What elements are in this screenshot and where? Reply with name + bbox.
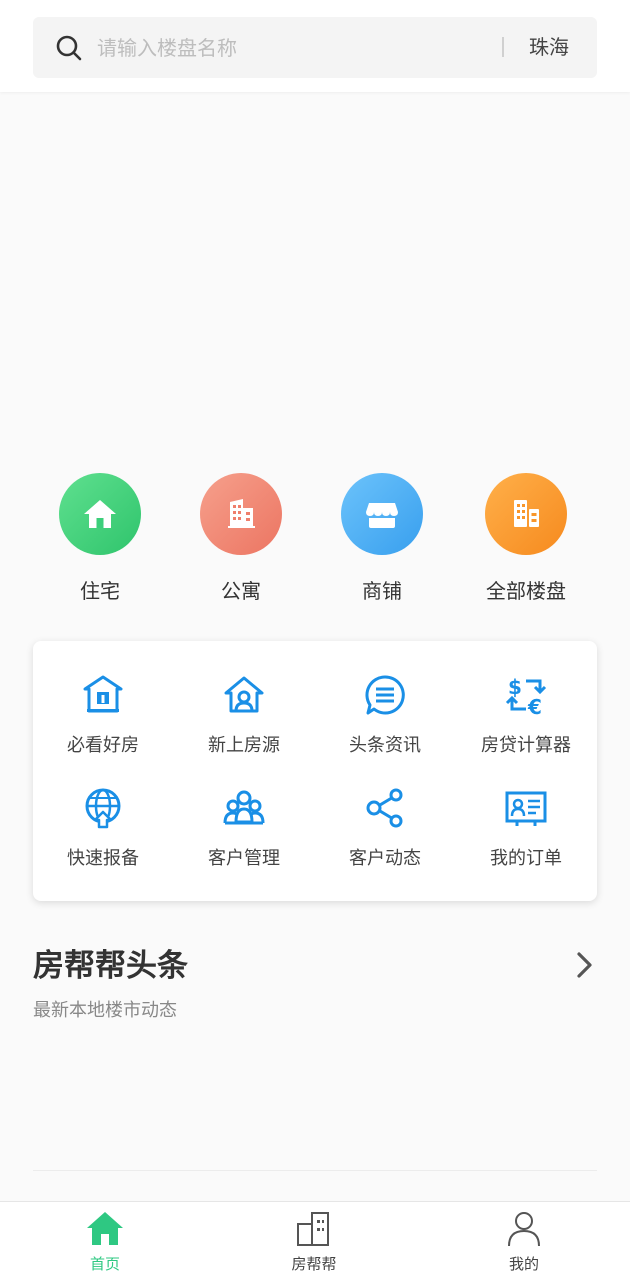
- category-label: 公寓: [221, 579, 261, 603]
- divider: [33, 1170, 597, 1171]
- buildings-icon: [485, 473, 567, 555]
- tool-customer-management[interactable]: 客户管理: [174, 786, 314, 872]
- id-card-icon: [505, 791, 547, 826]
- tool-quick-report[interactable]: 快速报备: [33, 786, 173, 872]
- person-icon: [508, 1212, 540, 1247]
- tool-new-listings[interactable]: 新上房源: [174, 673, 314, 759]
- category-label: 全部楼盘: [486, 579, 566, 603]
- apartment-icon: [200, 473, 282, 555]
- tool-label: 头条资讯: [349, 735, 421, 756]
- category-shop[interactable]: 商铺: [322, 473, 442, 605]
- tab-home[interactable]: 首页: [45, 1202, 165, 1275]
- building-icon: [297, 1212, 329, 1246]
- tab-me[interactable]: 我的: [464, 1202, 584, 1275]
- tool-label: 新上房源: [208, 735, 280, 756]
- tool-label: 我的订单: [490, 848, 562, 869]
- bottom-tab-bar: 首页 房帮帮 我的: [0, 1201, 630, 1281]
- search-bar[interactable]: 请输入楼盘名称 珠海: [33, 17, 597, 78]
- share-icon: [366, 788, 403, 828]
- tool-customer-activity[interactable]: 客户动态: [315, 786, 455, 872]
- search-input[interactable]: 请输入楼盘名称: [97, 34, 237, 62]
- tools-card: 必看好房 新上房源 头条资讯 $ € 房贷计算器 快速报备 客户管理 客户动态 …: [33, 641, 597, 901]
- tab-label: 首页: [89, 1255, 120, 1273]
- recommended-house-icon: [83, 675, 123, 713]
- search-icon: [56, 35, 82, 61]
- tab-label: 房帮帮: [291, 1255, 337, 1273]
- tool-mortgage-calculator[interactable]: $ € 房贷计算器: [456, 673, 596, 759]
- top-bar: 请输入楼盘名称 珠海: [0, 0, 630, 92]
- category-residential[interactable]: 住宅: [40, 473, 160, 605]
- svg-text:€: €: [527, 695, 542, 717]
- search-divider: [502, 37, 504, 57]
- tool-label: 客户管理: [208, 848, 280, 869]
- currency-exchange-icon: $ €: [505, 675, 547, 719]
- tool-label: 必看好房: [67, 735, 139, 756]
- tool-label: 快速报备: [67, 848, 139, 869]
- section-subtitle: 最新本地楼市动态: [33, 1000, 177, 1021]
- shop-icon: [341, 473, 423, 555]
- category-apartment[interactable]: 公寓: [181, 473, 301, 605]
- tab-fangbangbang[interactable]: 房帮帮: [254, 1202, 374, 1275]
- svg-text:$: $: [508, 675, 522, 699]
- tool-news[interactable]: 头条资讯: [315, 673, 455, 759]
- chevron-right-icon[interactable]: [570, 950, 600, 980]
- tool-my-orders[interactable]: 我的订单: [456, 786, 596, 872]
- city-selector[interactable]: 珠海: [529, 33, 569, 61]
- globe-upload-icon: [85, 788, 121, 829]
- tool-label: 房贷计算器: [481, 735, 571, 756]
- house-icon: [59, 473, 141, 555]
- tool-label: 客户动态: [349, 848, 421, 869]
- group-icon: [223, 790, 265, 825]
- news-bubble-icon: [365, 675, 405, 715]
- category-label: 商铺: [362, 579, 402, 603]
- tool-recommended-houses[interactable]: 必看好房: [33, 673, 173, 759]
- tab-label: 我的: [508, 1255, 539, 1273]
- home-icon: [87, 1212, 123, 1245]
- section-title[interactable]: 房帮帮头条: [33, 944, 188, 988]
- category-label: 住宅: [80, 579, 120, 603]
- new-listing-icon: [224, 676, 264, 713]
- category-all-buildings[interactable]: 全部楼盘: [466, 473, 586, 605]
